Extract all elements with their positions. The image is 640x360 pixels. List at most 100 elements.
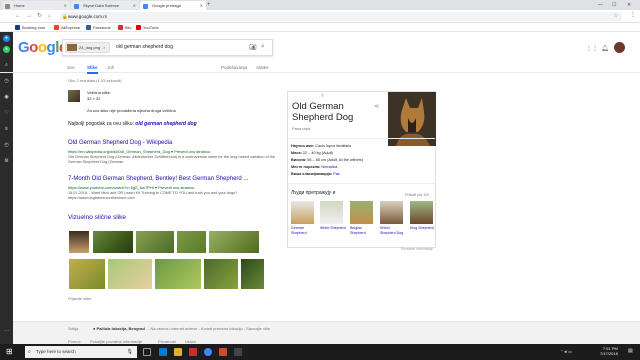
result-title-2[interactable]: 7-Month Old German Shepherd, Bentley! Be… [68,176,248,183]
tab-close-icon[interactable]: ✕ [64,1,67,10]
camera-search-icon[interactable]: 📷︎ [249,44,257,51]
reload-icon[interactable]: ↻ [37,12,42,21]
history-icon[interactable]: ◷ [3,78,10,85]
tab-close-icon[interactable]: ✕ [133,1,136,10]
related-image[interactable] [291,201,314,224]
chip-close-icon[interactable]: × [103,45,105,50]
tab-close-icon[interactable]: ✕ [200,1,203,10]
query-image-thumbnail[interactable] [68,90,80,102]
logo-letter: o [29,39,38,56]
related-image[interactable] [380,201,403,224]
similar-image[interactable] [154,258,202,290]
apps-grid-icon[interactable]: ⋮⋮ [586,45,598,52]
more-icon[interactable]: ⋯ [3,328,10,335]
best-guess-link[interactable]: old german shepherd dog [135,121,196,127]
bookmark-booking[interactable]: Booking.com [15,24,45,31]
bookmark-youtube[interactable]: YouTube [136,24,159,31]
minimize-button[interactable]: — [598,0,603,10]
notifications-icon[interactable]: ▤ [628,349,633,354]
camera-icon[interactable]: ◉ [3,94,10,101]
footer-location-note[interactable]: - Na osnovu internet adrese - Koristi pr… [148,326,270,331]
related-label[interactable]: Belgian Shepherd [350,226,376,235]
chrome-icon[interactable] [204,348,212,356]
report-images-link[interactable]: Prijavite slike [68,296,91,301]
similar-image[interactable] [92,230,134,254]
search-input[interactable]: old german shepherd dog [116,43,173,52]
side-app-bar: ● ● ⌕ ◷ ◉ ♡ ≡ ◴ ⚙ ⋯ [0,32,13,344]
address-bar[interactable]: 🔒 www.google.com.rs ☆ [60,12,622,21]
app-icon[interactable] [234,348,242,356]
avatar[interactable] [614,42,625,53]
notifications-icon[interactable]: 🔔︎ [601,45,609,52]
clock-icon[interactable]: ◴ [3,142,10,149]
result-url-2[interactable]: https://www.youtube.com/watch?v=5jjG_kwT… [68,185,194,190]
bookmark-aliexpress[interactable]: AliExpress [54,24,80,31]
browser-menu-icon[interactable]: ⋮ [630,11,636,18]
clock[interactable]: 7:51 PM 7/17/2018 [600,346,618,356]
image-size-label: Veličina slike: [87,90,112,95]
similar-image[interactable] [107,258,153,290]
related-label[interactable]: White Shepherd [320,226,346,231]
similar-image[interactable] [240,258,265,290]
forward-icon[interactable]: → [26,12,32,21]
bookmark-star-icon[interactable]: ☆ [614,12,618,21]
image-query-chip[interactable]: 24_dog.png × [65,42,111,53]
related-image[interactable] [410,201,433,224]
media-app-icon[interactable] [189,348,197,356]
back-icon[interactable]: ← [15,12,21,21]
similar-image[interactable] [208,230,260,254]
close-window-button[interactable]: ✕ [627,0,631,10]
settings-icon[interactable]: ⚙ [3,158,10,165]
microphone-icon[interactable]: 🎙︎ [127,346,133,358]
list-icon[interactable]: ≡ [3,126,10,133]
tab-settings[interactable]: Podešavanja [221,64,247,71]
similar-image[interactable] [135,230,175,254]
related-label[interactable]: German Shepherd [291,226,317,235]
edge-icon[interactable] [159,348,167,356]
similar-images-heading[interactable]: Vizuelno slične slike [68,214,126,221]
whatsapp-icon[interactable]: ● [3,46,10,53]
feedback-link[interactable]: Povratne informacije [401,247,433,251]
related-label[interactable]: Shiloh Shepherd Dog [380,226,406,235]
tab-images[interactable]: Slike [87,64,98,74]
file-explorer-icon[interactable] [174,348,182,356]
tab-favicon-icon [143,3,148,9]
heart-icon[interactable]: ♡ [3,110,10,117]
related-image[interactable] [320,201,343,224]
query-image-thumbnail [67,44,77,51]
tab-tools[interactable]: Alatke [256,64,269,71]
result-url-1[interactable]: https://en.wikipedia.org/wiki/Old_German… [68,149,210,154]
taskbar-search[interactable]: ⌕ Type here to search 🎙︎ [25,346,137,358]
messenger-icon[interactable]: ● [3,35,10,42]
similar-image[interactable] [176,230,207,254]
fact-mass: Маса: 22 – 40 kg (Adult) [291,151,333,155]
fact-link[interactable]: Pas [333,172,340,176]
windows-start-icon[interactable]: ⊞ [6,347,13,357]
home-icon[interactable]: ⌂ [48,12,51,21]
tab-home[interactable]: Home ✕ [2,1,70,10]
related-image[interactable] [350,201,373,224]
search-icon[interactable]: ⌕ [261,43,265,51]
result-title-1[interactable]: Old German Shepherd Dog - Wikipedia [68,140,172,147]
maximize-button[interactable]: ☐ [612,0,616,10]
similar-image[interactable] [68,230,90,254]
google-logo[interactable]: Google [18,39,67,56]
similar-image[interactable] [68,258,106,290]
tab-more[interactable]: Još [107,64,114,71]
bookmark-blic[interactable]: Blic [118,24,131,31]
search-box[interactable]: 24_dog.png × old german shepherd dog 📷︎ ⌕ [62,39,273,56]
tab-google[interactable]: Google pretraga ✕ [140,1,206,10]
fact-link[interactable]: Nemačka [321,165,337,169]
powerpoint-icon[interactable] [219,348,227,356]
related-label[interactable]: King Shepherd [410,226,436,231]
similar-image[interactable] [203,258,239,290]
bookmark-facebook[interactable]: Facebook [86,24,111,31]
tab-all[interactable]: Sve [67,64,75,71]
bookmark-label: YouTube [143,25,159,30]
bookmark-label: AliExpress [61,25,80,30]
tray-icons[interactable]: ⌃ 🔊︎ ▭ [560,349,572,355]
tab-skyne[interactable]: Skyne Data Science ✕ [71,1,139,10]
new-tab-button[interactable]: + [207,1,211,10]
view-more-link[interactable]: Prikaži još 15+ [405,193,430,197]
task-view-icon[interactable] [143,348,151,356]
